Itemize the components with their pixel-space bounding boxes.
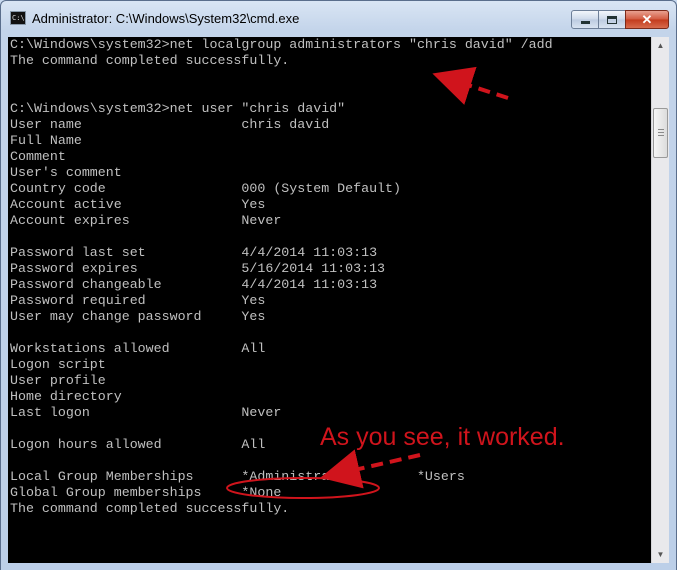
grip-line — [658, 135, 664, 136]
console-line: Account expires Never — [10, 213, 282, 228]
window-title: Administrator: C:\Windows\System32\cmd.e… — [32, 11, 300, 26]
console-line: Logon script — [10, 357, 106, 372]
arrow-up-icon: ▲ — [656, 41, 665, 50]
annotation-text: As you see, it worked. — [320, 423, 565, 451]
console-line: User's comment — [10, 165, 122, 180]
scroll-up-button[interactable]: ▲ — [652, 37, 669, 54]
console-line: User profile — [10, 373, 106, 388]
console-line: The command completed successfully. — [10, 53, 290, 68]
console-line: C:\Windows\system32>net localgroup admin… — [10, 37, 553, 52]
window-bottom-border — [1, 563, 676, 570]
cmd-icon[interactable]: C:\ — [10, 11, 26, 25]
console-line: Home directory — [10, 389, 122, 404]
console-line: User may change password Yes — [10, 309, 266, 324]
minimize-button[interactable] — [571, 10, 599, 29]
grip-line — [658, 129, 664, 130]
cmd-window: C:\ Administrator: C:\Windows\System32\c… — [0, 0, 677, 570]
scroll-down-button[interactable]: ▼ — [652, 546, 669, 563]
console-line: Password required Yes — [10, 293, 266, 308]
grip-line — [658, 132, 664, 133]
console-line: Password changeable 4/4/2014 11:03:13 — [10, 277, 378, 292]
console-line: C:\Windows\system32>net user "chris davi… — [10, 101, 346, 116]
maximize-icon — [607, 15, 617, 24]
console-line: Password expires 5/16/2014 11:03:13 — [10, 261, 386, 276]
console-line: Country code 000 (System Default) — [10, 181, 401, 196]
close-button[interactable]: ✕ — [625, 10, 669, 29]
console-line: Local Group Memberships *Administrators … — [10, 469, 465, 484]
console-line: Password last set 4/4/2014 11:03:13 — [10, 245, 378, 260]
scroll-thumb[interactable] — [653, 108, 668, 158]
maximize-button[interactable] — [598, 10, 626, 29]
console-line: The command completed successfully. — [10, 501, 290, 516]
arrow-down-icon: ▼ — [656, 550, 665, 559]
console-line: Full Name — [10, 133, 82, 148]
console-line: Global Group memberships *None — [10, 485, 282, 500]
console-line: Comment — [10, 149, 66, 164]
vertical-scrollbar[interactable]: ▲ ▼ — [651, 37, 669, 563]
close-icon: ✕ — [641, 12, 653, 27]
console-output[interactable]: C:\Windows\system32>net localgroup admin… — [8, 37, 651, 563]
console-line: Last logon Never — [10, 405, 282, 420]
minimize-icon — [580, 21, 590, 24]
console-line: Account active Yes — [10, 197, 266, 212]
title-bar[interactable]: C:\ Administrator: C:\Windows\System32\c… — [1, 1, 676, 37]
console-line: User name chris david — [10, 117, 330, 132]
console-line: Workstations allowed All — [10, 341, 266, 356]
